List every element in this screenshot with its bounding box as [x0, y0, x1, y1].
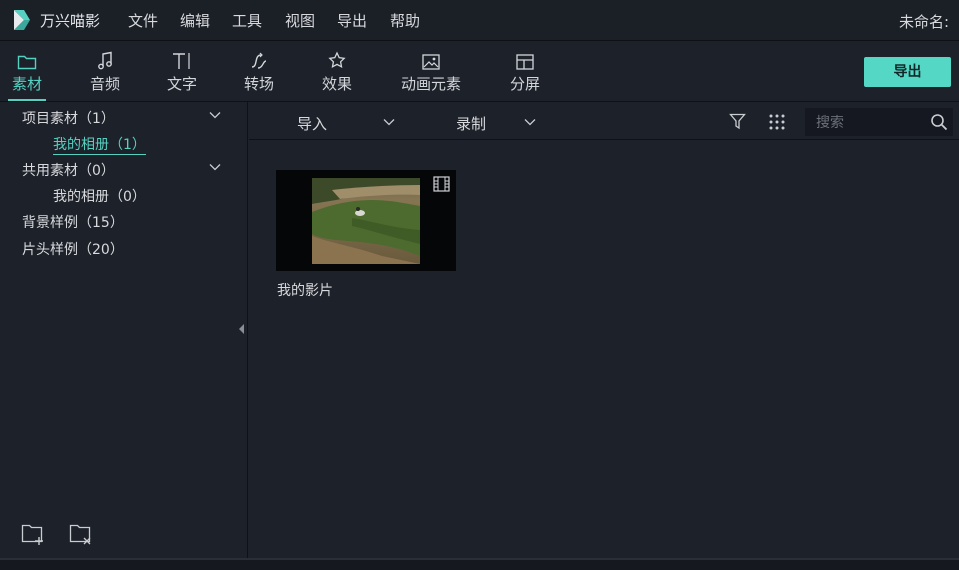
tab-effects[interactable]: 效果: [316, 41, 358, 101]
tab-text[interactable]: 文字: [161, 41, 203, 101]
split-screen-icon: [516, 54, 534, 70]
tab-transitions[interactable]: 转场: [238, 41, 280, 101]
tab-label: 素材: [11, 75, 42, 93]
folder-icon: [17, 55, 37, 70]
menu-bar: 万兴喵影 文件 编辑 工具 视图 导出 帮助 未命名:: [0, 0, 959, 41]
media-item-label: 我的影片: [277, 283, 333, 299]
tab-audio[interactable]: 音频: [84, 41, 126, 101]
menu-view[interactable]: 视图: [285, 10, 315, 31]
record-dropdown[interactable]: 录制: [456, 113, 486, 134]
bottom-divider: [0, 558, 959, 570]
video-thumbnail[interactable]: [312, 178, 420, 264]
app-name: 万兴喵影: [40, 12, 101, 30]
video-type-icon: [433, 176, 450, 192]
text-icon: [173, 53, 190, 69]
transition-icon: [251, 52, 267, 69]
tab-label: 效果: [321, 75, 352, 93]
new-folder-icon[interactable]: [21, 522, 47, 546]
chevron-down-icon[interactable]: [209, 161, 221, 173]
folder-shared-media[interactable]: 共用素材（0）: [22, 160, 115, 180]
tab-label: 音频: [89, 75, 120, 93]
chevron-down-icon[interactable]: [209, 109, 221, 121]
folder-project-media[interactable]: 项目素材（1）: [22, 108, 115, 128]
tab-label: 动画元素: [400, 75, 461, 93]
tab-elements[interactable]: 动画元素: [396, 41, 466, 101]
menu-help[interactable]: 帮助: [390, 10, 420, 31]
search-icon[interactable]: [930, 113, 948, 131]
image-icon: [422, 54, 440, 70]
filmora-logo-icon: [14, 10, 30, 30]
project-title: 未命名:: [898, 13, 949, 31]
effects-icon: [328, 51, 346, 69]
tab-media[interactable]: 素材: [6, 41, 48, 101]
music-note-icon: [98, 51, 112, 70]
search-input[interactable]: [814, 112, 928, 134]
chevron-down-icon[interactable]: [524, 116, 536, 128]
menu-file[interactable]: 文件: [128, 10, 158, 31]
tab-label: 文字: [166, 75, 197, 93]
menu-edit[interactable]: 编辑: [180, 10, 210, 31]
export-button[interactable]: 导出: [864, 57, 951, 87]
tab-label: 分屏: [509, 75, 540, 93]
folder-my-album-selected[interactable]: 我的相册（1）: [53, 134, 146, 155]
media-library-toolbar: 素材 音频 文字 转场 效果 动画元素 分屏 导出: [0, 41, 959, 102]
filter-icon[interactable]: [729, 113, 746, 130]
chevron-down-icon[interactable]: [383, 116, 395, 128]
tab-split-screen[interactable]: 分屏: [504, 41, 546, 101]
folder-background-samples[interactable]: 背景样例（15）: [22, 212, 124, 232]
import-dropdown[interactable]: 导入: [297, 113, 327, 134]
menu-tools[interactable]: 工具: [232, 10, 262, 31]
grid-view-icon[interactable]: [768, 113, 786, 131]
tab-label: 转场: [243, 75, 274, 93]
menu-export[interactable]: 导出: [337, 10, 367, 31]
collapse-panel-icon[interactable]: [239, 324, 245, 334]
folder-intro-samples[interactable]: 片头样例（20）: [22, 239, 124, 259]
folder-my-album[interactable]: 我的相册（0）: [53, 186, 146, 206]
delete-folder-icon[interactable]: [69, 522, 95, 546]
search-box: [805, 108, 953, 136]
